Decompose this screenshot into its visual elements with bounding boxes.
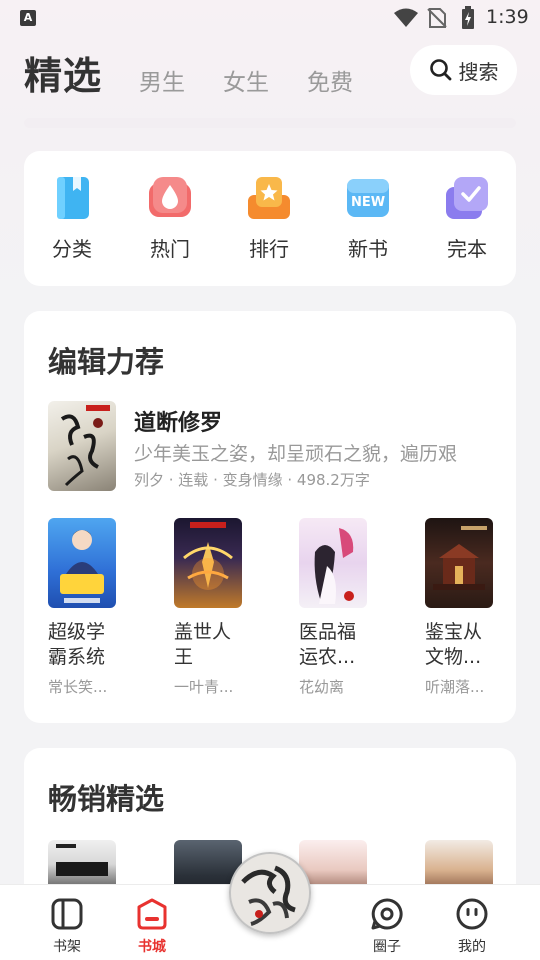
book-item[interactable]: 盖世人王 一叶青...: [174, 518, 264, 697]
no-sim-icon: [427, 8, 447, 28]
tab-free[interactable]: 免费: [307, 63, 353, 97]
book-author: 一叶青...: [174, 678, 234, 696]
battery-icon: [462, 6, 474, 29]
book-title: 超级学霸系统: [48, 621, 106, 668]
search-label: 搜索: [458, 59, 499, 84]
tab-female[interactable]: 女生: [223, 63, 269, 97]
tab-label: 圈子: [373, 939, 401, 955]
category-label: 新书: [348, 237, 388, 261]
tab-male[interactable]: 男生: [139, 63, 185, 97]
complete-check-icon: [444, 175, 490, 221]
page-title[interactable]: 精选: [24, 45, 102, 100]
book-title: 盖世人王: [174, 621, 232, 668]
status-bar: A 1:39: [0, 0, 540, 36]
book-title: 鉴宝从文物...: [425, 621, 483, 668]
book-cover: [299, 518, 367, 608]
category-item-classify[interactable]: 分类: [37, 175, 107, 262]
category-item-hot[interactable]: 热门: [135, 175, 205, 262]
book-item[interactable]: 鉴宝从文物... 听潮落...: [425, 518, 515, 697]
category-card: 分类 热门 排行 NEW 新书 完本: [24, 151, 516, 286]
wifi-icon: [394, 8, 418, 27]
category-book-icon: [49, 175, 95, 221]
tab-bookstore[interactable]: 书城: [122, 897, 182, 956]
book-author: 听潮落...: [425, 678, 485, 696]
category-label: 排行: [249, 237, 289, 261]
featured-book-meta: 列夕 · 连载 · 变身情缘 · 498.2万字: [134, 471, 370, 489]
featured-book-title: 道断修罗: [134, 411, 223, 436]
tab-community[interactable]: 圈子: [357, 897, 417, 956]
book-author: 花幼离: [299, 678, 345, 696]
category-item-complete[interactable]: 完本: [432, 175, 502, 262]
book-item[interactable]: 医品福运农... 花幼离: [299, 518, 389, 697]
section-title-editor-picks: 编辑力荐: [48, 345, 165, 379]
section-title-bestsellers: 畅销精选: [48, 782, 165, 816]
editor-picks-card: 编辑力荐 道断修罗 少年美玉之姿，却呈顽石之貌，遍历艰 列夕 · 连载 · 变身…: [24, 311, 516, 723]
category-label: 分类: [52, 237, 92, 261]
tab-bookshelf[interactable]: 书架: [37, 897, 97, 956]
hot-drop-icon: [147, 175, 193, 221]
svg-text:NEW: NEW: [351, 195, 385, 210]
book-title: 医品福运农...: [299, 621, 357, 668]
bookshelf-icon: [50, 897, 84, 931]
category-label: 热门: [150, 237, 190, 261]
featured-book-disc[interactable]: [229, 852, 311, 934]
bookstore-icon: [135, 897, 169, 931]
featured-book[interactable]: 道断修罗 少年美玉之姿，却呈顽石之貌，遍历艰 列夕 · 连载 · 变身情缘 · …: [48, 401, 498, 491]
book-cover: [48, 518, 116, 608]
rank-star-icon: [246, 175, 292, 221]
a-icon: A: [20, 10, 36, 26]
book-cover: [174, 518, 242, 608]
category-label: 完本: [447, 237, 487, 261]
tab-label: 书架: [53, 939, 81, 955]
status-time: 1:39: [486, 6, 529, 28]
top-nav: 精选 男生 女生 免费 搜索: [0, 40, 540, 110]
new-badge-icon: NEW: [345, 175, 391, 221]
circle-community-icon: [370, 897, 404, 931]
tab-label: 书城: [138, 939, 166, 955]
category-item-rank[interactable]: 排行: [234, 175, 304, 262]
book-cover: [425, 518, 493, 608]
category-item-new[interactable]: NEW 新书: [333, 175, 403, 262]
search-icon: [429, 59, 451, 81]
banner-placeholder: [24, 118, 516, 128]
search-button[interactable]: 搜索: [410, 45, 517, 95]
book-item[interactable]: 超级学霸系统 常长笑...: [48, 518, 138, 697]
book-author: 常长笑...: [48, 678, 108, 696]
profile-face-icon: [455, 897, 489, 931]
book-cover: [48, 401, 116, 491]
tab-label: 我的: [458, 939, 486, 955]
tab-profile[interactable]: 我的: [442, 897, 502, 956]
featured-book-description: 少年美玉之姿，却呈顽石之貌，遍历艰: [134, 443, 458, 465]
